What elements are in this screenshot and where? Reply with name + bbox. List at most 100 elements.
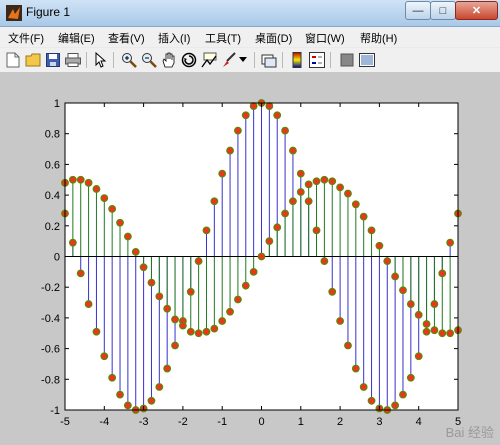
- series1-point: [414, 352, 423, 361]
- menu-desktop[interactable]: 桌面(D): [255, 30, 292, 46]
- series1-point: [241, 111, 250, 120]
- title-bar[interactable]: Figure 1 — □ ✕: [0, 0, 500, 27]
- x-tick-label: 2: [337, 416, 343, 428]
- maximize-button[interactable]: □: [430, 1, 456, 20]
- series1-point: [68, 238, 77, 247]
- series2-point: [92, 185, 101, 193]
- close-button[interactable]: ✕: [455, 1, 498, 20]
- series2-point: [218, 317, 227, 325]
- menu-file[interactable]: 文件(F): [8, 30, 44, 46]
- series1-point: [399, 390, 407, 399]
- pan-hand-icon[interactable]: [160, 51, 178, 69]
- series2-point: [249, 267, 258, 276]
- series1-point: [351, 364, 360, 373]
- series2-point: [100, 194, 109, 203]
- series1-point: [344, 341, 352, 350]
- series2-point: [344, 189, 352, 198]
- menu-edit[interactable]: 编辑(E): [58, 30, 95, 46]
- series1-point: [194, 257, 203, 266]
- legend-icon[interactable]: [308, 51, 326, 69]
- series2-point: [414, 310, 423, 319]
- new-figure-icon[interactable]: [4, 51, 22, 69]
- colorbar-icon[interactable]: [288, 51, 306, 69]
- series1-point: [163, 364, 172, 373]
- x-tick-label: -5: [60, 416, 70, 428]
- save-icon[interactable]: [44, 51, 62, 69]
- stem-plot[interactable]: -5 -4 -3 -2 -1 0 1 2 3 4 5-1-0.8-0.6-0.4-0.200.20.…: [0, 73, 500, 445]
- series2-point: [76, 175, 85, 184]
- y-tick-label: -1: [50, 405, 60, 417]
- series2-point: [257, 252, 266, 261]
- menu-view[interactable]: 查看(V): [108, 30, 145, 46]
- x-tick-label: 1: [298, 416, 304, 428]
- series1-point: [422, 327, 431, 336]
- series1-point: [281, 126, 289, 135]
- series1-point: [265, 102, 274, 110]
- series1-point: [359, 383, 368, 391]
- series2-point: [139, 263, 148, 272]
- data-cursor-icon[interactable]: [200, 51, 218, 69]
- series1-point: [92, 327, 101, 336]
- series1-point: [171, 341, 179, 350]
- select-arrow-icon[interactable]: [92, 51, 110, 69]
- series1-point: [100, 352, 109, 361]
- series2-point: [171, 315, 179, 324]
- series1-point: [155, 383, 164, 391]
- hide-plot-tools-icon[interactable]: [338, 51, 356, 69]
- print-icon[interactable]: [64, 51, 82, 69]
- series2-point: [84, 178, 93, 187]
- show-plot-tools-icon[interactable]: [358, 51, 376, 69]
- series1-point: [336, 317, 345, 325]
- series2-point: [186, 327, 195, 336]
- figure-window: Figure 1 — □ ✕ 文件(F) 编辑(E) 查看(V) 插入(I) 工…: [0, 0, 500, 445]
- rotate-3d-icon[interactable]: [180, 51, 198, 69]
- chevron-down-icon[interactable]: [238, 51, 248, 69]
- series2-point: [367, 226, 376, 235]
- series1-point: [273, 111, 282, 120]
- y-tick-label: 0: [54, 252, 60, 264]
- series1-point: [76, 269, 85, 278]
- x-tick-label: -3: [139, 416, 149, 428]
- series2-point: [304, 180, 313, 189]
- y-tick-label: 0.2: [45, 221, 60, 233]
- series2-point: [438, 329, 447, 338]
- series2-point: [406, 300, 415, 308]
- series1-point: [289, 146, 297, 155]
- menu-window[interactable]: 窗口(W): [305, 30, 345, 46]
- menu-tools[interactable]: 工具(T): [205, 30, 241, 46]
- zoom-in-icon[interactable]: [120, 51, 138, 69]
- series2-point: [336, 183, 345, 192]
- series1-point: [312, 226, 321, 235]
- brush-icon[interactable]: [220, 51, 238, 69]
- zoom-out-icon[interactable]: [140, 51, 158, 69]
- x-tick-label: 3: [376, 416, 382, 428]
- y-tick-label: -0.6: [41, 344, 60, 356]
- series1-point: [446, 238, 455, 247]
- menu-help[interactable]: 帮助(H): [360, 30, 397, 46]
- series1-point: [296, 169, 305, 178]
- y-tick-label: -0.8: [41, 374, 60, 386]
- open-file-icon[interactable]: [24, 51, 42, 69]
- series2-point: [123, 232, 132, 241]
- x-tick-label: -2: [178, 416, 188, 428]
- y-tick-label: -0.2: [41, 282, 60, 294]
- series1-point: [249, 102, 258, 110]
- series2-point: [202, 327, 211, 336]
- toolbar-separator: [113, 52, 114, 68]
- toolbar-separator: [254, 52, 255, 68]
- series2-point: [163, 304, 172, 313]
- series2-point: [422, 320, 431, 328]
- series2-point: [430, 326, 439, 335]
- series2-point: [116, 218, 124, 227]
- minimize-button[interactable]: —: [405, 1, 431, 20]
- series1-point: [108, 373, 117, 382]
- series1-point: [438, 269, 447, 278]
- series2-point: [265, 237, 274, 246]
- toolbar-separator: [330, 52, 331, 68]
- link-plot-icon[interactable]: [260, 51, 278, 69]
- series2-point: [383, 257, 392, 266]
- x-tick-label: 0: [258, 416, 264, 428]
- series1-point: [234, 126, 242, 135]
- menu-insert[interactable]: 插入(I): [158, 30, 190, 46]
- figure-canvas: -5 -4 -3 -2 -1 0 1 2 3 4 5 -1 -0.8 -0.6 -0.4 -0.2 0 0.2 0.…: [0, 73, 500, 445]
